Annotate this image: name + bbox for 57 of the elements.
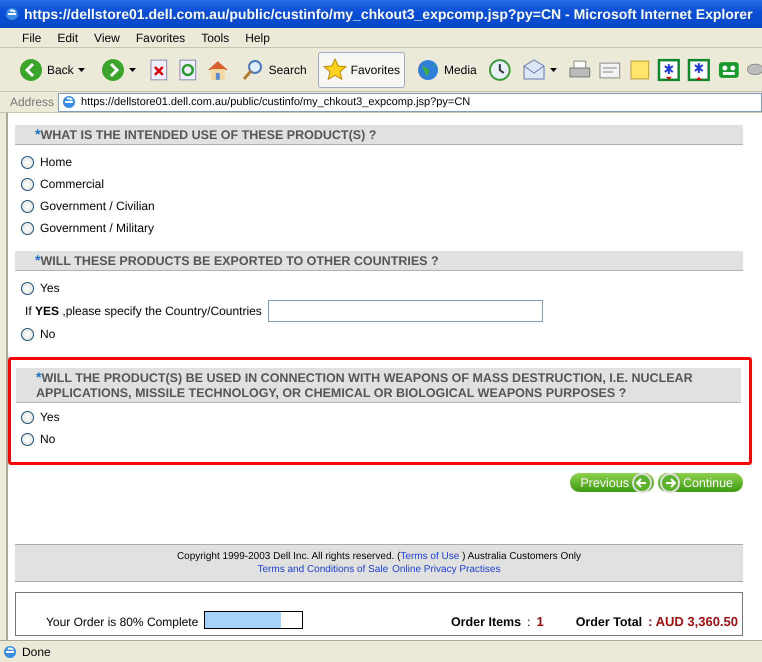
order-total-label: Order Total [576, 615, 642, 629]
history-icon[interactable] [488, 58, 512, 82]
browser-icon [4, 6, 20, 22]
option-label: No [40, 432, 56, 446]
terms-of-sale-link[interactable]: Terms and Conditions of Sale [258, 564, 388, 575]
menu-item[interactable]: Tools [193, 30, 238, 44]
progress-label: Your Order is 80% Complete [46, 615, 198, 629]
browser-icon [2, 644, 18, 660]
search-icon[interactable] [240, 58, 265, 82]
privacy-link[interactable]: Online Privacy Practises [392, 564, 500, 575]
radio-button[interactable] [21, 178, 34, 190]
star-icon[interactable] [322, 58, 347, 82]
media-button[interactable]: Media [411, 52, 482, 88]
radio-button[interactable] [21, 156, 34, 168]
asterisk-icon[interactable] [686, 58, 711, 82]
order-total-value: : AUD 3,360.50 [648, 614, 738, 629]
search-button[interactable]: Search [236, 52, 312, 88]
question-heading: *WHAT IS THE INTENDED USE OF THESE PRODUCT(S) ? [15, 125, 743, 145]
address-field[interactable]: https://dellstore01.dell.com.au/public/custinfo/my_chkout3_expcomp.jsp?py=CN [58, 92, 762, 112]
menu-item[interactable]: View [86, 30, 128, 44]
radio-button[interactable] [21, 282, 34, 294]
country-prompt: If YES ,please specify the Country/Countries [25, 304, 262, 318]
status-text: Done [22, 644, 51, 658]
order-items-label: Order Items [450, 615, 522, 629]
radio-button[interactable] [21, 200, 34, 212]
terms-of-use-link[interactable]: Terms of Use [400, 551, 460, 562]
address-label: Address [10, 95, 54, 109]
option-label: Government / Military [40, 221, 154, 235]
favorites-button[interactable]: Favorites [318, 52, 405, 88]
radio-button[interactable] [21, 410, 34, 424]
menu-item[interactable]: File [14, 30, 50, 44]
order-items-value: 1 [536, 614, 544, 629]
option-label: Commercial [40, 177, 104, 191]
option-label: No [40, 327, 56, 341]
option-label: Government / Civilian [40, 199, 155, 213]
option-label: Yes [40, 281, 60, 295]
browser-icon [61, 94, 78, 110]
window-title: https://dellstore01.dell.com.au/public/custinfo/my_chkout3_expcomp.jsp?py=CN - Microsoft Internet Explorer [0, 0, 762, 28]
caret-icon[interactable] [550, 68, 558, 72]
radio-button[interactable] [21, 432, 34, 446]
asterisk-icon[interactable] [657, 58, 681, 82]
country-field[interactable] [268, 300, 543, 322]
menu-item[interactable]: Edit [49, 30, 86, 44]
radio-button[interactable] [21, 328, 34, 340]
question-heading: *WILL THESE PRODUCTS BE EXPORTED TO OTHER COUNTRIES ? [15, 251, 743, 271]
globe-icon[interactable] [416, 58, 440, 82]
copyright-text: Copyright 1999-2003 Dell Inc. All rights reserved. (Terms of Use ) Australia Customers Only [176, 551, 582, 562]
back-button[interactable]: Back [14, 52, 90, 88]
menu-item[interactable]: Help [237, 30, 278, 44]
caret-icon[interactable] [128, 68, 136, 72]
caret-icon[interactable] [78, 68, 85, 72]
separator: : [527, 615, 530, 629]
radio-button[interactable] [21, 222, 34, 234]
question-heading: *WILL THE PRODUCT(S) BE USED IN CONNECTION WITH WEAPONS OF MASS DESTRUCTION, I.E. NUCLEAR APPLICATIONS, MISSILE TECHNOLOGY, OR CHEMICAL OR BIOLOGICAL WEAPONS PURPOSES ? [16, 368, 741, 403]
option-label: Home [40, 155, 72, 169]
option-label: Yes [40, 410, 60, 424]
menu-item[interactable]: Favorites [128, 30, 194, 44]
